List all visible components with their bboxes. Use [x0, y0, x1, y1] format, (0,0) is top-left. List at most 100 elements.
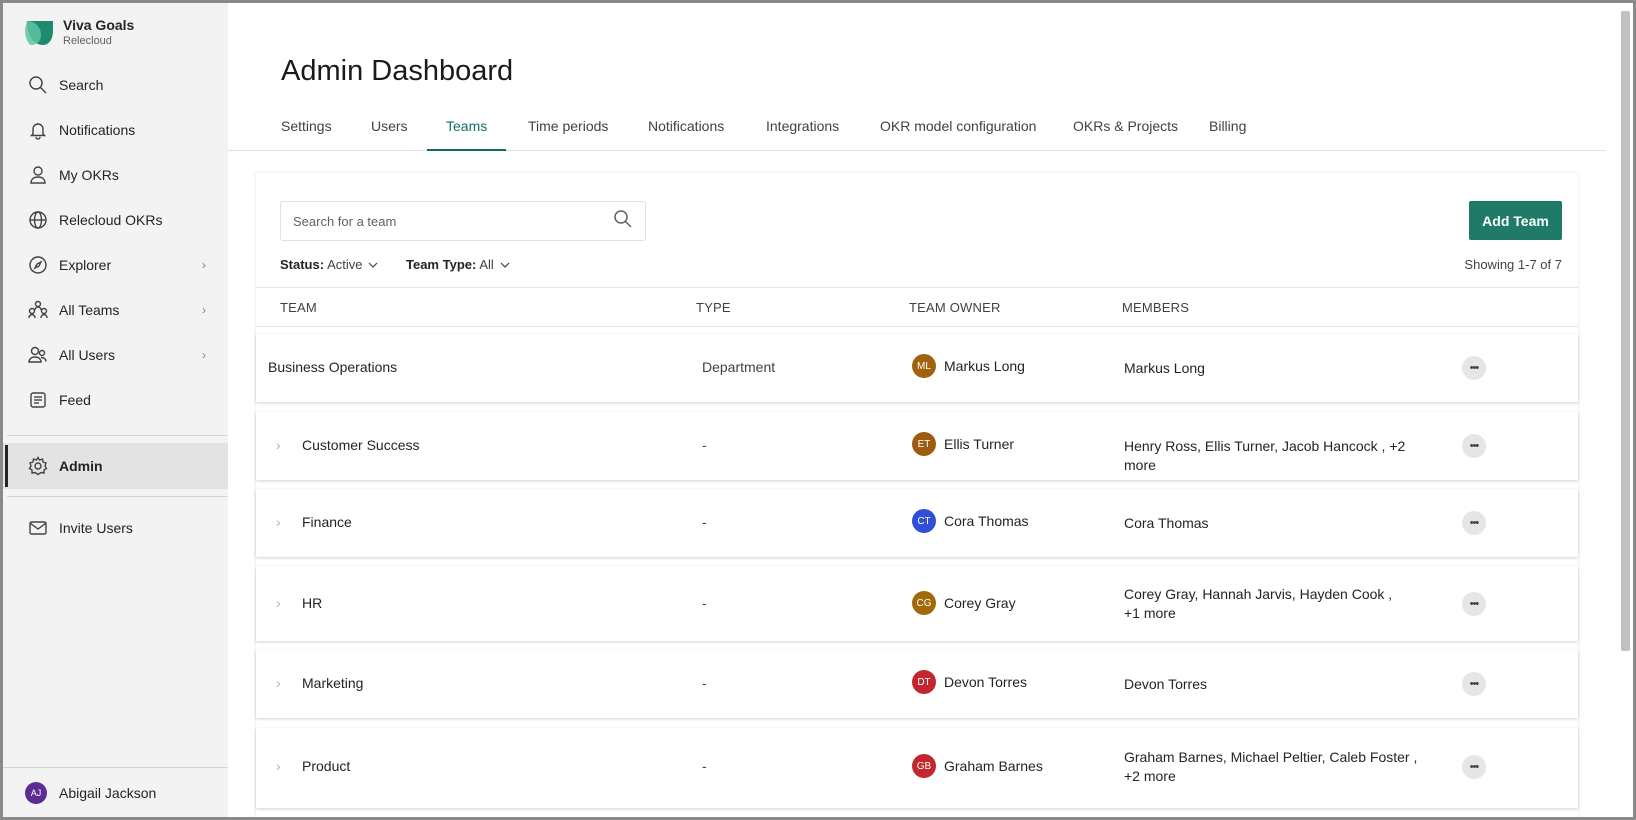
- avatar: DT: [912, 670, 936, 694]
- sidebar-item-all-teams[interactable]: All Teams ›: [3, 288, 228, 332]
- column-header-type[interactable]: TYPE: [696, 300, 731, 315]
- sidebar-item-label: All Teams: [59, 302, 120, 318]
- sidebar-item-admin[interactable]: Admin: [3, 443, 228, 489]
- avatar: GB: [912, 754, 936, 778]
- current-user[interactable]: AJ Abigail Jackson: [3, 767, 228, 817]
- chevron-right-icon[interactable]: ›: [276, 437, 281, 453]
- viva-goals-logo-icon: [25, 21, 53, 45]
- page-title: Admin Dashboard: [281, 55, 514, 87]
- team-owner: ML Markus Long: [912, 354, 1025, 378]
- more-options-button[interactable]: •••: [1462, 434, 1486, 458]
- chevron-right-icon[interactable]: ›: [276, 595, 281, 611]
- table-row[interactable]: Business Operations Department ML Markus…: [256, 334, 1578, 402]
- more-options-button[interactable]: •••: [1462, 511, 1486, 535]
- status-filter-value: Active: [327, 257, 363, 272]
- team-owner-name: Ellis Turner: [944, 436, 1015, 452]
- sidebar: Viva Goals Relecloud Search Notification…: [3, 3, 228, 817]
- chevron-down-icon: [500, 262, 510, 268]
- chevron-right-icon: ›: [202, 348, 206, 362]
- column-header-team-owner[interactable]: TEAM OWNER: [909, 300, 1001, 315]
- more-options-button[interactable]: •••: [1462, 592, 1486, 616]
- team-owner: CT Cora Thomas: [912, 509, 1029, 533]
- org-name: Relecloud: [63, 34, 112, 47]
- status-filter[interactable]: Status: Active: [280, 257, 378, 272]
- user-name: Abigail Jackson: [59, 784, 157, 801]
- compass-icon: [27, 254, 49, 276]
- tab-users[interactable]: Users: [352, 111, 427, 151]
- team-members: Devon Torres: [1124, 676, 1208, 692]
- tab-notifications[interactable]: Notifications: [629, 111, 743, 151]
- column-header-team[interactable]: TEAM: [280, 300, 317, 315]
- sidebar-item-label: Relecloud OKRs: [59, 212, 163, 228]
- teams-icon: [27, 299, 49, 321]
- teams-card: Add Team Status: Active Team Type: All S…: [256, 173, 1578, 817]
- more-options-button[interactable]: •••: [1462, 356, 1486, 380]
- search-icon[interactable]: [613, 209, 633, 234]
- more-options-button[interactable]: •••: [1462, 672, 1486, 696]
- team-type-filter-label: Team Type:: [406, 257, 477, 272]
- app-name: Viva Goals: [63, 16, 135, 33]
- add-team-button[interactable]: Add Team: [1469, 201, 1562, 240]
- sidebar-item-all-users[interactable]: All Users ›: [3, 333, 228, 377]
- tab-okr-model-configuration[interactable]: OKR model configuration: [861, 111, 1055, 151]
- sidebar-item-label: Admin: [59, 458, 103, 474]
- scrollbar[interactable]: [1621, 11, 1630, 651]
- team-owner-name: Devon Torres: [944, 674, 1028, 690]
- team-owner: CG Corey Gray: [912, 591, 1016, 615]
- chevron-right-icon: ›: [202, 303, 206, 317]
- team-owner-name: Corey Gray: [944, 595, 1016, 611]
- sidebar-item-search[interactable]: Search: [3, 63, 228, 107]
- team-name[interactable]: Marketing: [302, 675, 363, 691]
- table-row[interactable]: › HR - CG Corey Gray Corey Gray, Hannah …: [256, 567, 1578, 641]
- table-row[interactable]: › Marketing - DT Devon Torres Devon Torr…: [256, 650, 1578, 718]
- more-options-button[interactable]: •••: [1462, 755, 1486, 779]
- avatar: ML: [912, 354, 936, 378]
- sidebar-item-label: Explorer: [59, 257, 112, 273]
- search-input[interactable]: [293, 213, 613, 229]
- team-type: -: [702, 514, 707, 530]
- sidebar-item-my-okrs[interactable]: My OKRs: [3, 153, 228, 197]
- feed-icon: [27, 389, 49, 411]
- sidebar-item-invite-users[interactable]: Invite Users: [3, 506, 228, 550]
- team-owner: GB Graham Barnes: [912, 754, 1043, 778]
- sidebar-item-notifications[interactable]: Notifications: [3, 108, 228, 152]
- brand[interactable]: Viva Goals Relecloud: [21, 15, 134, 49]
- sidebar-item-explorer[interactable]: Explorer ›: [3, 243, 228, 287]
- sidebar-item-label: All Users: [59, 347, 116, 363]
- person-icon: [27, 164, 49, 186]
- tab-integrations[interactable]: Integrations: [747, 111, 858, 151]
- chevron-right-icon[interactable]: ›: [276, 514, 281, 530]
- team-type: -: [702, 758, 707, 774]
- tab-teams[interactable]: Teams: [427, 111, 507, 151]
- chevron-right-icon[interactable]: ›: [276, 758, 281, 774]
- team-type-filter[interactable]: Team Type: All: [406, 257, 510, 272]
- team-name[interactable]: Business Operations: [268, 359, 397, 375]
- table-row[interactable]: › Customer Success - ET Ellis Turner Hen…: [256, 412, 1578, 480]
- team-name[interactable]: Finance: [302, 514, 352, 530]
- sidebar-item-label: Search: [59, 77, 104, 93]
- globe-icon: [27, 209, 49, 231]
- sidebar-item-feed[interactable]: Feed: [3, 378, 228, 422]
- tab-time-periods[interactable]: Time periods: [509, 111, 627, 151]
- team-search[interactable]: [280, 201, 646, 241]
- avatar: AJ: [25, 781, 47, 804]
- team-type: -: [702, 437, 707, 453]
- sidebar-item-label: My OKRs: [59, 167, 119, 183]
- table-row[interactable]: › Finance - CT Cora Thomas Cora Thomas •…: [256, 489, 1578, 557]
- team-owner-name: Cora Thomas: [944, 513, 1029, 529]
- team-name[interactable]: HR: [302, 595, 322, 611]
- table-row[interactable]: › Product - GB Graham Barnes Graham Barn…: [256, 728, 1578, 808]
- chevron-right-icon[interactable]: ›: [276, 675, 281, 691]
- table-header: TEAM TYPE TEAM OWNER MEMBERS: [256, 287, 1578, 327]
- tab-billing[interactable]: Billing: [1190, 111, 1265, 151]
- search-icon: [27, 74, 49, 96]
- column-header-members[interactable]: MEMBERS: [1122, 300, 1189, 315]
- status-filter-label: Status:: [280, 257, 325, 272]
- tab-okrs-projects[interactable]: OKRs & Projects: [1054, 111, 1197, 151]
- team-name[interactable]: Customer Success: [302, 437, 419, 453]
- tab-settings[interactable]: Settings: [262, 111, 351, 151]
- team-name[interactable]: Product: [302, 758, 350, 774]
- sidebar-item-relecloud-okrs[interactable]: Relecloud OKRs: [3, 198, 228, 242]
- team-members: Markus Long: [1124, 360, 1205, 376]
- team-members: Graham Barnes, Michael Peltier, Caleb Fo…: [1124, 749, 1418, 784]
